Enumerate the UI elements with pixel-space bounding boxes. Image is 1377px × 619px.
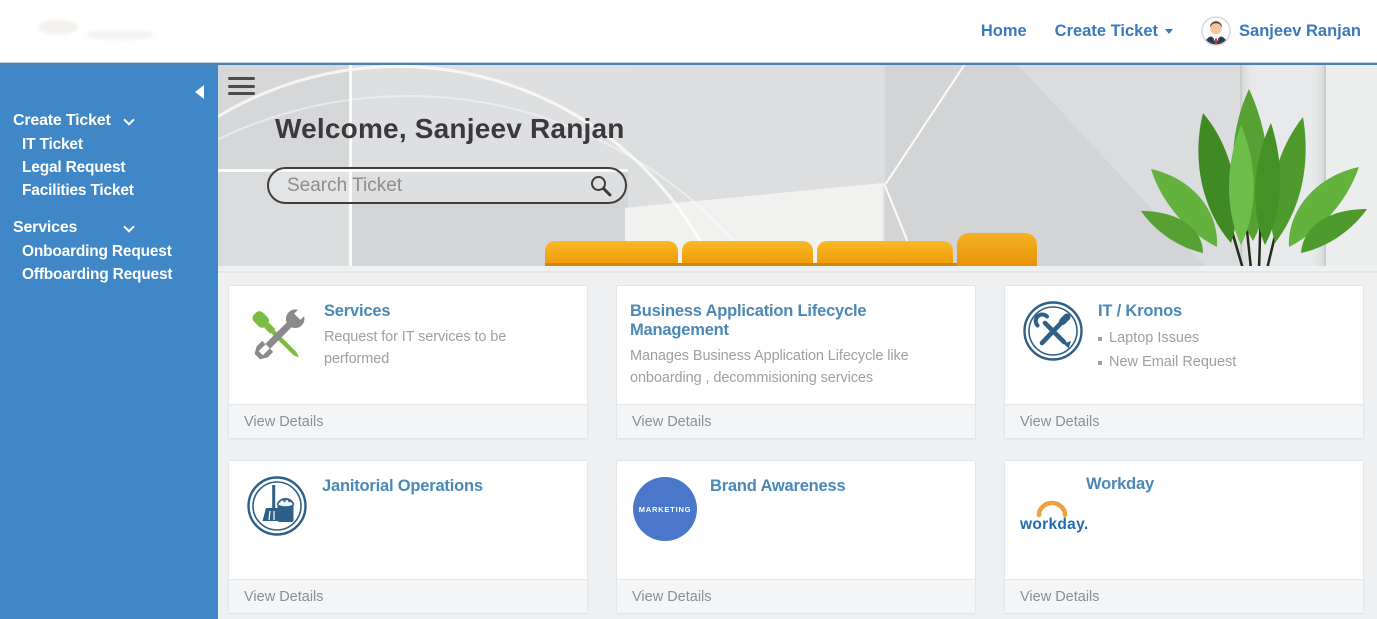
card-description: Request for IT services to be performed [324, 327, 573, 371]
card-title[interactable]: IT / Kronos [1098, 302, 1349, 321]
ticket-search-bar [267, 167, 627, 204]
view-details-link[interactable]: View Details [617, 404, 975, 438]
sidebar-menu: Create Ticket IT Ticket Legal Request Fa… [0, 65, 218, 286]
sidebar-item-offboarding-request[interactable]: Offboarding Request [13, 263, 218, 286]
workday-logo: workday. [1019, 499, 1095, 535]
top-header: Home Create Ticket Sanjeev Ranjan [0, 0, 1377, 62]
card-janitorial-operations: Janitorial Operations View Details [228, 460, 588, 614]
card-services: Services Request for IT services to be p… [228, 285, 588, 439]
marketing-label: MARKETING [639, 505, 692, 514]
sidebar-section-services[interactable]: Services [13, 216, 218, 240]
sidebar-item-onboarding-request[interactable]: Onboarding Request [13, 240, 218, 263]
chevron-down-icon [123, 221, 134, 232]
card-bullet: Laptop Issues [1098, 327, 1349, 351]
hamburger-menu-icon[interactable] [228, 77, 255, 100]
sidebar-section-label: Create Ticket [13, 112, 111, 129]
sidebar-item-it-ticket[interactable]: IT Ticket [13, 133, 218, 156]
sidebar-item-legal-request[interactable]: Legal Request [13, 156, 218, 179]
bullet-icon [1098, 361, 1102, 365]
card-description: Manages Business Application Lifecycle l… [630, 346, 960, 390]
hero-banner: Welcome, Sanjeev Ranjan [218, 65, 1377, 266]
sidebar-section-create-ticket[interactable]: Create Ticket [13, 109, 218, 133]
plant-image [1133, 65, 1371, 266]
top-nav: Home Create Ticket Sanjeev Ranjan [981, 0, 1361, 62]
sidebar-item-facilities-ticket[interactable]: Facilities Ticket [13, 179, 218, 202]
service-cards-grid: Services Request for IT services to be p… [228, 285, 1374, 614]
user-name: Sanjeev Ranjan [1239, 22, 1361, 41]
nav-create-ticket-label: Create Ticket [1055, 22, 1158, 40]
card-it-kronos: IT / Kronos Laptop Issues New Email Requ… [1004, 285, 1364, 439]
caret-down-icon [1165, 29, 1173, 34]
main-content: Welcome, Sanjeev Ranjan [218, 65, 1377, 619]
sidebar: Create Ticket IT Ticket Legal Request Fa… [0, 65, 218, 619]
card-bullet: New Email Request [1098, 351, 1349, 375]
card-title[interactable]: Business Application Lifecycle Managemen… [630, 302, 961, 340]
view-details-link[interactable]: View Details [617, 579, 975, 613]
bullet-icon [1098, 337, 1102, 341]
sidebar-collapse-icon[interactable] [195, 85, 204, 99]
search-icon[interactable] [589, 174, 613, 198]
svg-text:workday.: workday. [1019, 516, 1088, 533]
nav-create-ticket-dropdown[interactable]: Create Ticket [1055, 22, 1173, 41]
view-details-link[interactable]: View Details [229, 404, 587, 438]
view-details-link[interactable]: View Details [1005, 404, 1363, 438]
card-title[interactable]: Services [324, 302, 573, 321]
nav-home-link[interactable]: Home [981, 22, 1027, 41]
view-details-link[interactable]: View Details [1005, 579, 1363, 613]
card-workday: Workday workday. View Details [1004, 460, 1364, 614]
card-title[interactable]: Janitorial Operations [322, 477, 573, 496]
hero-floor-line [218, 271, 1377, 273]
user-avatar [1201, 16, 1231, 46]
it-kronos-circle-icon [1018, 300, 1088, 362]
janitorial-circle-icon [242, 475, 312, 537]
marketing-circle-icon: MARKETING [630, 475, 700, 541]
tools-icon [242, 300, 314, 372]
card-title[interactable]: Workday [1086, 475, 1154, 494]
card-title[interactable]: Brand Awareness [710, 477, 961, 496]
sidebar-section-label: Services [13, 219, 77, 236]
card-brand-awareness: MARKETING Brand Awareness View Details [616, 460, 976, 614]
user-menu[interactable]: Sanjeev Ranjan [1201, 16, 1361, 46]
ticket-search-input[interactable] [269, 175, 589, 197]
app-logo [30, 14, 180, 48]
chevron-down-icon [123, 114, 134, 125]
couch-image [545, 263, 957, 266]
card-business-application-lifecycle: Business Application Lifecycle Managemen… [616, 285, 976, 439]
chair-image [957, 233, 1037, 266]
view-details-link[interactable]: View Details [229, 579, 587, 613]
welcome-title: Welcome, Sanjeev Ranjan [275, 113, 625, 145]
